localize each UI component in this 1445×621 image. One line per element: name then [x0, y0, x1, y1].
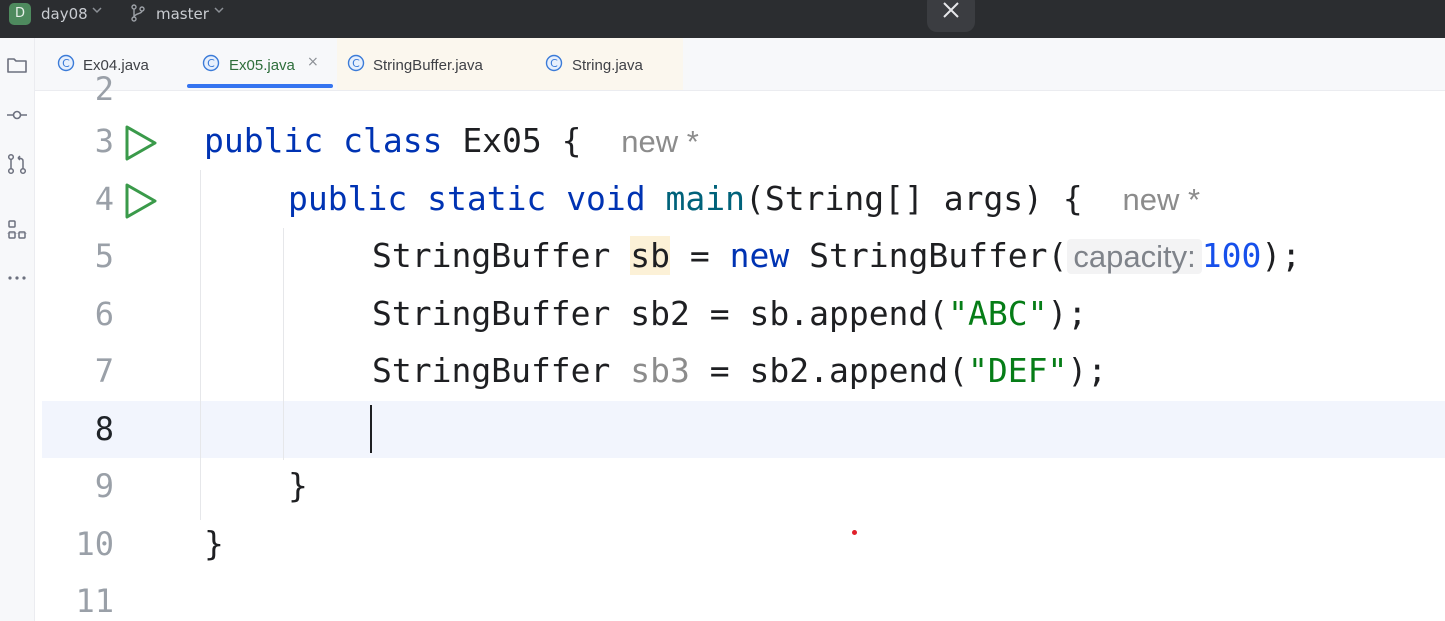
code-line-9[interactable]: }: [288, 466, 308, 505]
indent-guide: [283, 228, 284, 460]
type-name: StringBuffer: [372, 236, 611, 275]
variable-highlighted: sb: [630, 236, 671, 275]
commit-icon[interactable]: [5, 103, 29, 127]
operator: =: [670, 236, 730, 275]
line-number: 6: [94, 295, 114, 333]
keyword: static: [427, 179, 547, 218]
constructor: StringBuffer(: [789, 236, 1068, 275]
code-text: = sb2.append(: [689, 351, 969, 390]
project-name[interactable]: day08: [41, 5, 88, 23]
code-line-7[interactable]: StringBuffer sb3 = sb2.append("DEF");: [372, 351, 1107, 390]
branch-icon[interactable]: [130, 4, 146, 22]
pointer-dot: [852, 530, 857, 535]
java-class-icon: C: [202, 54, 220, 72]
brace: {: [561, 121, 582, 160]
java-class-icon: C: [347, 54, 365, 72]
params: (String[] args) {: [745, 179, 1083, 218]
keyword: public: [204, 121, 324, 160]
close-icon: [943, 2, 959, 18]
tool-window-strip: [0, 38, 35, 621]
svg-text:C: C: [62, 57, 70, 70]
java-class-icon: C: [545, 54, 563, 72]
tab-label: StringBuffer.java: [373, 57, 483, 74]
svg-text:C: C: [352, 57, 360, 70]
current-line-highlight: [42, 401, 1445, 458]
svg-text:C: C: [550, 57, 558, 70]
code-text: StringBuffer sb2 = sb.append(: [372, 294, 949, 333]
more-icon[interactable]: [5, 266, 29, 290]
string-literal: "DEF": [968, 351, 1068, 390]
code-line-6[interactable]: StringBuffer sb2 = sb.append("ABC");: [372, 294, 1087, 333]
line-number: 10: [75, 525, 114, 563]
keyword: class: [343, 121, 443, 160]
active-tab-indicator: [187, 84, 333, 88]
line-number: 2: [94, 70, 114, 108]
keyword: new: [729, 236, 790, 275]
code-line-3[interactable]: public class Ex05 { new *: [204, 121, 699, 160]
tab-label: String.java: [572, 57, 643, 74]
line-number: 3: [94, 122, 114, 160]
punctuation: );: [1067, 351, 1108, 390]
keyword: public: [288, 179, 408, 218]
tab-ex05[interactable]: C Ex05.java ×: [187, 38, 333, 90]
svg-text:C: C: [207, 57, 215, 70]
author-hint[interactable]: new *: [621, 124, 699, 159]
close-button[interactable]: [927, 0, 975, 32]
code-line-10[interactable]: }: [204, 524, 224, 563]
line-number: 4: [94, 180, 114, 218]
close-icon[interactable]: ×: [307, 54, 319, 70]
branch-name[interactable]: master: [156, 5, 209, 23]
line-number: 9: [94, 467, 114, 505]
indent-guide: [200, 170, 201, 520]
tab-string[interactable]: C String.java: [533, 38, 683, 90]
tab-stringbuffer[interactable]: C StringBuffer.java: [337, 38, 533, 90]
run-gutter-icon[interactable]: [121, 123, 161, 163]
code-line-4[interactable]: public static void main(String[] args) {…: [288, 179, 1200, 218]
editor-tab-bar: C Ex04.java C Ex05.java × C StringBuffer…: [35, 38, 1445, 91]
line-number: 11: [75, 582, 114, 620]
number-literal: 100: [1201, 236, 1262, 275]
structure-icon[interactable]: [5, 218, 29, 242]
parameter-hint: capacity:: [1067, 239, 1202, 274]
text-cursor: [370, 405, 372, 453]
run-gutter-icon[interactable]: [121, 181, 161, 221]
chevron-down-icon[interactable]: [91, 4, 103, 19]
line-number: 5: [94, 237, 114, 275]
string-literal: "ABC": [948, 294, 1048, 333]
project-folder-icon[interactable]: [5, 53, 29, 77]
title-bar: D day08 master: [0, 0, 1445, 38]
pull-requests-icon[interactable]: [5, 152, 29, 176]
tab-label: Ex05.java: [229, 57, 295, 74]
project-badge[interactable]: D: [9, 3, 31, 25]
method-name: main: [665, 179, 746, 218]
punctuation: );: [1047, 294, 1088, 333]
unused-variable: sb3: [630, 351, 690, 390]
punctuation: );: [1261, 236, 1302, 275]
author-hint[interactable]: new *: [1123, 182, 1201, 217]
type-name: StringBuffer: [372, 351, 631, 390]
keyword: void: [566, 179, 646, 218]
class-name: Ex05: [462, 121, 542, 160]
line-number: 7: [94, 352, 114, 390]
line-number-current: 8: [94, 410, 114, 448]
chevron-down-icon[interactable]: [213, 4, 225, 19]
code-line-5[interactable]: StringBuffer sb = new StringBuffer(capac…: [372, 236, 1301, 275]
